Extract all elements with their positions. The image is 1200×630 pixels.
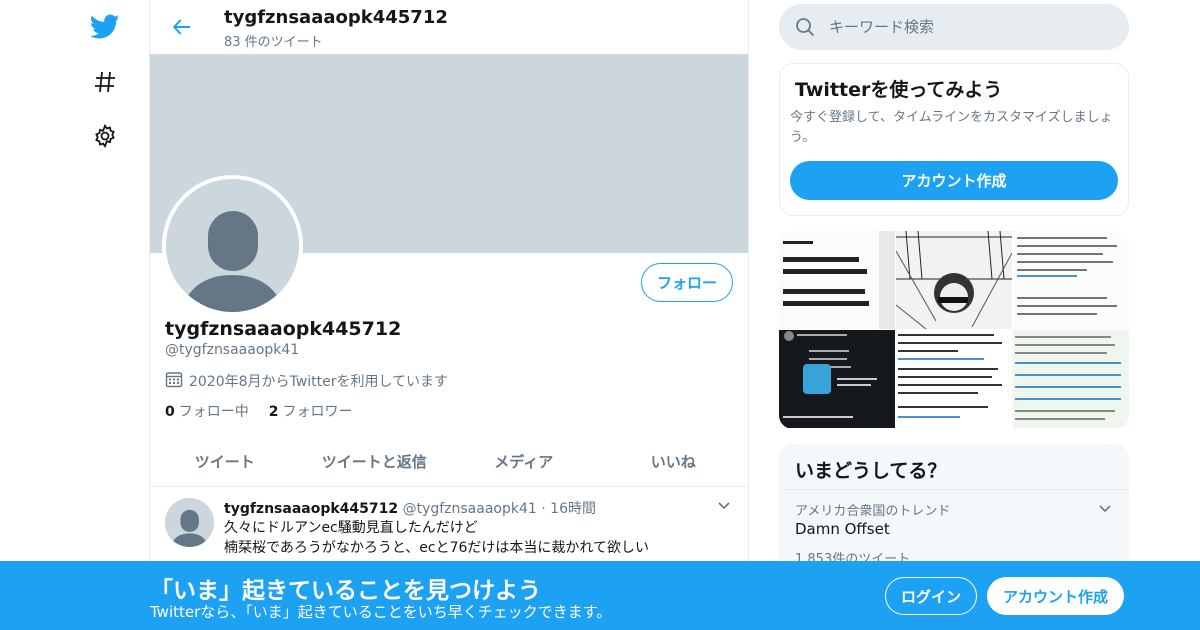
profile-handle: @tygfznsaaaopk41 [165,342,300,358]
profile-column: tygfznsaaaopk445712 83 件のツイート フォロー tygfz… [149,0,749,630]
profile-joined: 2020年8月からTwitterを利用しています [165,370,448,392]
login-button[interactable]: ログイン [885,577,977,615]
hashtag-icon[interactable] [80,57,130,107]
signup-card-button[interactable]: アカウント作成 [790,161,1118,200]
left-nav [80,0,130,630]
search-input[interactable] [829,12,1109,42]
tweet-header: tygfznsaaaopk445712 @tygfznsaaaopk41 · 1… [224,498,596,518]
signup-card-title: Twitterを使ってみよう [795,79,1003,101]
chevron-down-icon[interactable] [1097,500,1113,520]
media-thumbnail[interactable] [779,330,895,428]
tweet-author-handle[interactable]: @tygfznsaaaopk41 [403,501,537,517]
trends-divider [779,489,1129,490]
search-bar [779,4,1129,50]
tweet-author-name[interactable]: tygfznsaaaopk445712 [224,501,398,517]
following-link[interactable]: 0 フォロー中 [165,401,249,421]
bottom-signup-bar: 「いま」起きていることを見つけよう Twitterなら、「いま」起きていることを… [0,561,1200,630]
profile-header-bar: tygfznsaaaopk445712 83 件のツイート [150,0,748,54]
trends-title: いまどうしてる？ [795,460,947,482]
media-thumbnail[interactable] [1013,231,1129,329]
tab-tweets-replies[interactable]: ツイートと返信 [300,437,450,486]
joined-text: 2020年8月からTwitterを利用しています [189,374,449,390]
trend-name[interactable]: Damn Offset [795,520,890,538]
tweet-text-line: 楠栞桜であろうがなかろうと、ecと76だけは本当に裁かれて欲しい [224,540,650,556]
following-label: フォロー中 [178,404,249,420]
signup-card: Twitterを使ってみよう 今すぐ登録して、タイムラインをカスタマイズしましょ… [779,63,1129,216]
followers-label: フォロワー [282,404,353,420]
media-thumbnail[interactable] [1013,330,1129,428]
gear-icon[interactable] [80,111,130,161]
media-thumbnail[interactable] [779,231,895,329]
twitter-bird-icon[interactable] [80,2,130,52]
tab-tweets[interactable]: ツイート [150,437,300,486]
tweet-avatar[interactable] [165,498,214,547]
back-arrow-icon[interactable] [166,11,198,43]
signup-card-description: 今すぐ登録して、タイムラインをカスタマイズしましょう。 [790,110,1113,145]
tweet-text: 久々にドルアンec騒動見直したんだけど 楠栞桜であろうがなかろうと、ecと76だ… [224,518,734,558]
header-tweet-count: 83 件のツイート [224,35,323,50]
tab-media[interactable]: メディア [449,437,599,486]
search-icon [795,17,815,41]
profile-tabs: ツイート ツイートと返信 メディア いいね [150,437,748,487]
header-name: tygfznsaaaopk445712 [224,7,448,28]
following-count: 0 [165,404,175,420]
followers-link[interactable]: 2 フォロワー [269,401,353,421]
media-thumbnail[interactable] [896,330,1012,428]
bottom-bar-subtext: Twitterなら、「いま」起きていることをいち早くチェックできます。 [150,603,612,621]
calendar-icon [165,370,183,392]
tweet-time[interactable]: 16時間 [550,501,596,517]
profile-avatar[interactable] [162,175,303,316]
signup-button[interactable]: アカウント作成 [987,577,1124,615]
trend-meta: アメリカ合衆国のトレンド [795,504,951,519]
chevron-down-icon[interactable] [716,497,732,517]
follow-button[interactable]: フォロー [641,263,733,302]
profile-name: tygfznsaaaopk445712 [165,318,402,340]
tab-likes[interactable]: いいね [599,437,749,486]
follow-stats: 0 フォロー中 2 フォロワー [165,401,353,421]
tweet-text-line: 久々にドルアンec騒動見直したんだけど [224,520,478,536]
default-avatar-icon [166,179,299,312]
bottom-bar-headline: 「いま」起きていることを見つけよう [150,578,541,604]
tweet-item[interactable]: tygfznsaaaopk445712 @tygfznsaaaopk41 · 1… [150,488,748,568]
tweet-separator: · [541,501,546,517]
media-grid [779,231,1129,429]
media-thumbnail[interactable] [896,231,1012,329]
followers-count: 2 [268,404,279,420]
